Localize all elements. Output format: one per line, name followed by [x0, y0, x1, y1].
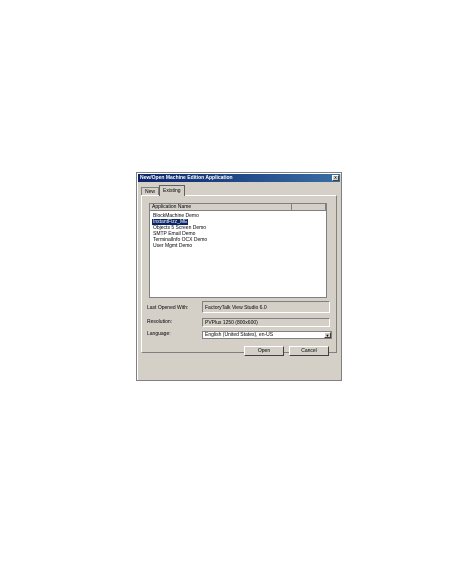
chevron-down-icon[interactable]: ▼ [324, 332, 331, 338]
resolution-value: PVPlus 1250 (800x600) [202, 318, 330, 327]
resolution-label: Resolution: [147, 319, 173, 325]
language-select-value: English (United States), en-US [205, 332, 274, 338]
last-opened-value: FactoryTalk View Studio 6.0 [202, 301, 330, 313]
language-select[interactable]: English (United States), en-US ▼ [202, 331, 332, 339]
title-bar: New/Open Machine Edition Application x [138, 174, 340, 182]
open-button[interactable]: Open [244, 346, 284, 356]
cancel-button[interactable]: Cancel [289, 346, 329, 356]
open-application-dialog: New/Open Machine Edition Application x N… [136, 172, 342, 381]
column-header-blank [292, 204, 326, 211]
application-list[interactable]: Application Name BlockMachine Demo Insta… [149, 203, 327, 298]
language-label: Language: [147, 331, 171, 337]
dialog-title: New/Open Machine Edition Application [140, 175, 233, 181]
column-header-application-name[interactable]: Application Name [150, 204, 292, 211]
last-opened-label: Last Opened With: [147, 305, 189, 311]
close-icon[interactable]: x [332, 175, 339, 181]
list-item[interactable]: User Mgmt Demo [152, 243, 193, 249]
tab-existing[interactable]: Existing [159, 185, 185, 196]
